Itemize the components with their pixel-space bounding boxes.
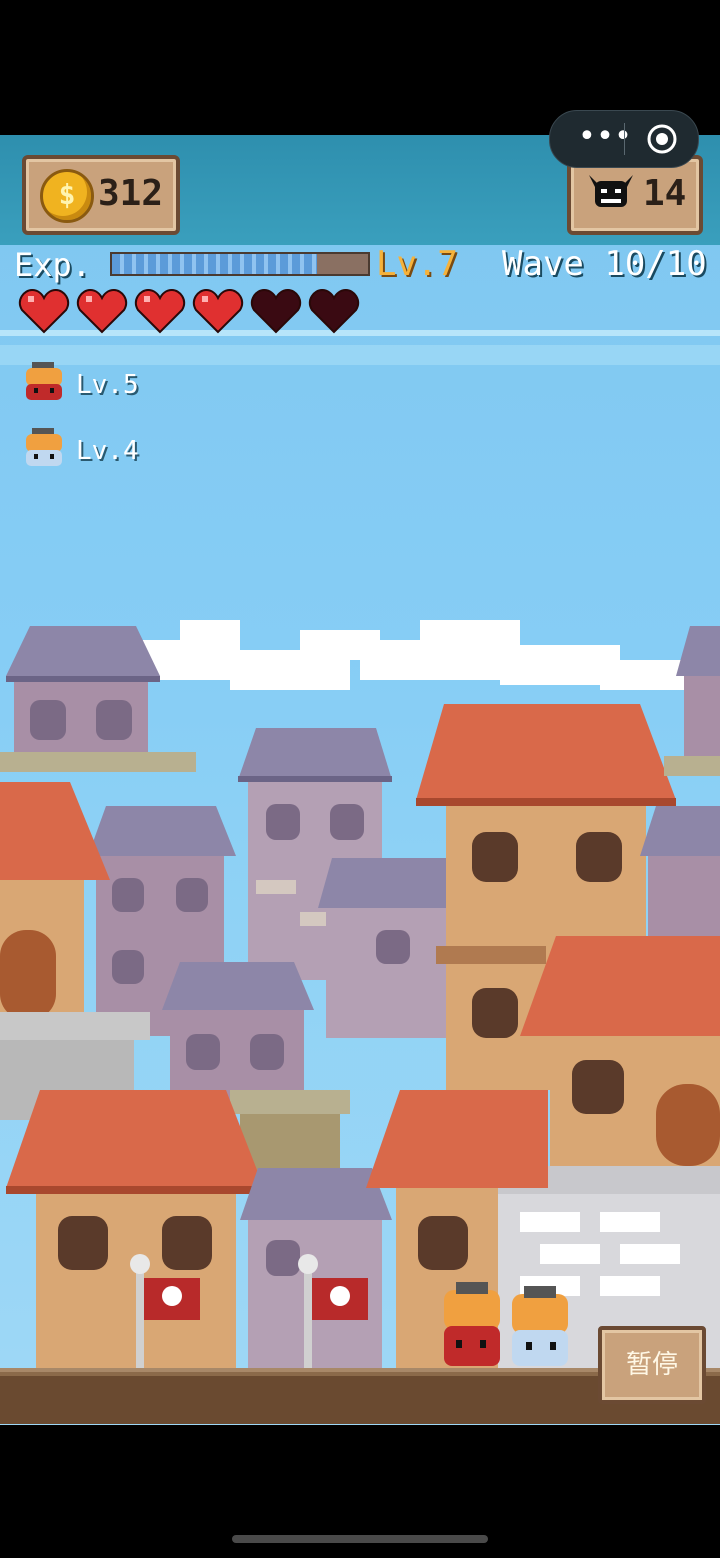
house-center-lavender bbox=[318, 858, 446, 1038]
heart-empty-icon bbox=[250, 288, 302, 334]
heart-empty-icon bbox=[308, 288, 360, 334]
home-indicator[interactable] bbox=[232, 1535, 488, 1543]
coin-panel: $ 312 bbox=[22, 155, 180, 235]
squad-member-level: Lv.5 bbox=[76, 370, 139, 400]
more-options-button[interactable]: ••• bbox=[570, 117, 640, 161]
house-left-orange bbox=[0, 782, 110, 1020]
house-small-lavender bbox=[162, 962, 314, 1100]
enemy-count: 14 bbox=[643, 173, 687, 214]
coin-icon: $ bbox=[40, 169, 94, 223]
health-hearts bbox=[18, 288, 360, 340]
heart-full-icon bbox=[76, 288, 128, 334]
coin-count: 312 bbox=[98, 173, 164, 214]
red-soldier-icon bbox=[26, 362, 62, 400]
miniprogram-capsule: ••• bbox=[549, 110, 699, 168]
squad-member-blue[interactable]: Lv.4 bbox=[22, 426, 172, 476]
close-target-icon[interactable] bbox=[646, 123, 678, 155]
capsule-divider bbox=[624, 123, 625, 155]
red-soldier-sprite bbox=[444, 1282, 500, 1366]
blue-soldier-icon bbox=[26, 428, 62, 466]
pause-button[interactable]: 暂停 bbox=[598, 1326, 706, 1404]
player-level: Lv.7 bbox=[376, 244, 458, 284]
heart-full-icon bbox=[134, 288, 186, 334]
game-screen: $ 312 14 ••• Exp. Lv.7 Wave 10/10 Lv.5 L… bbox=[0, 0, 720, 1558]
house-front-left bbox=[6, 1090, 264, 1370]
wave-counter: Wave 10/10 bbox=[502, 244, 707, 284]
heart-full-icon bbox=[18, 288, 70, 334]
demon-icon bbox=[589, 175, 633, 207]
clouds bbox=[140, 620, 690, 690]
exp-label: Exp. bbox=[14, 246, 92, 284]
squad-member-red[interactable]: Lv.5 bbox=[22, 360, 172, 410]
house-right-orange bbox=[520, 936, 720, 1166]
exp-bar bbox=[110, 252, 370, 276]
exp-bar-fill bbox=[112, 254, 317, 274]
heart-full-icon bbox=[192, 288, 244, 334]
blue-soldier-sprite bbox=[512, 1286, 568, 1366]
squad-member-level: Lv.4 bbox=[76, 436, 139, 466]
house-back-right bbox=[676, 626, 720, 766]
